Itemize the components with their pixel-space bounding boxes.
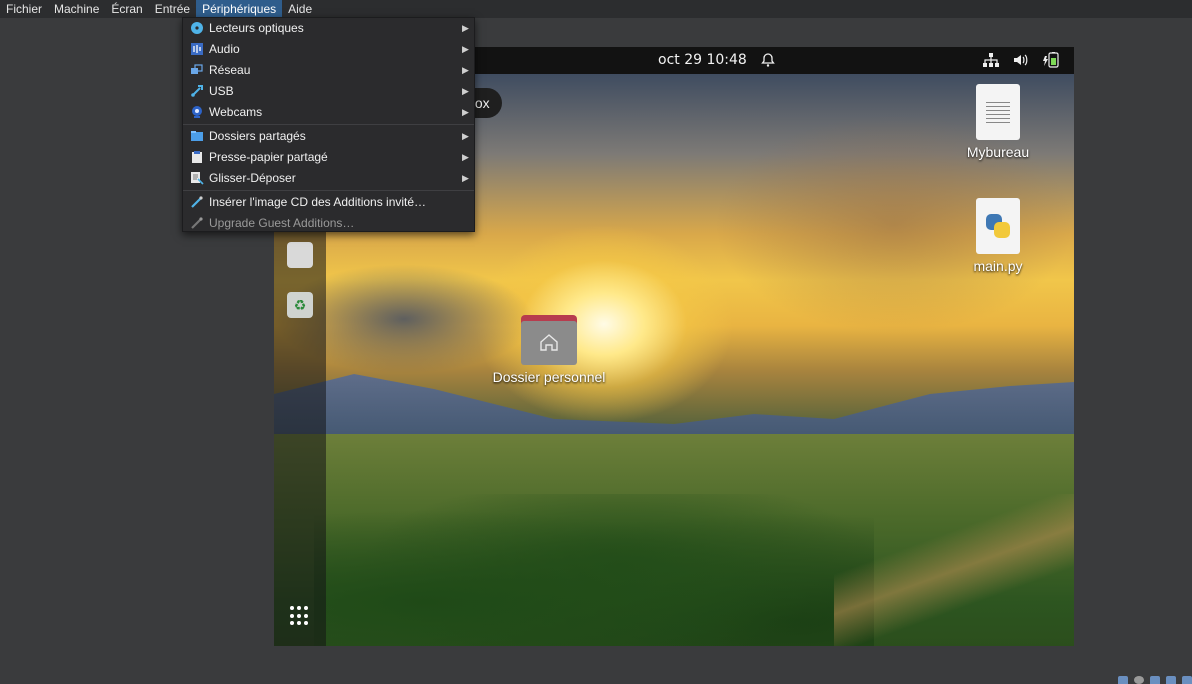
python-file-icon [976, 198, 1020, 254]
menu-separator [183, 190, 474, 191]
notification-bell-icon[interactable] [760, 52, 776, 68]
menu-aide[interactable]: Aide [282, 0, 318, 18]
shared-folder-icon [191, 131, 203, 141]
webcam-icon [192, 106, 202, 118]
desktop-icon-mybureau[interactable]: Mybureau [958, 84, 1038, 160]
menu-item-usb[interactable]: USB ▶ [183, 81, 474, 102]
menu-ecran[interactable]: Écran [105, 0, 148, 18]
menu-item-upgrade-guest-additions[interactable]: Upgrade Guest Additions… [183, 213, 474, 234]
svg-text:♻: ♻ [294, 298, 307, 314]
network-status-icon[interactable] [982, 52, 1000, 68]
menu-item-drag-drop[interactable]: Glisser-Déposer ▶ [183, 168, 474, 189]
network-icon [191, 64, 203, 74]
status-icon[interactable] [1134, 676, 1144, 684]
menu-fichier[interactable]: Fichier [0, 0, 48, 18]
insert-cd-icon [191, 196, 203, 208]
menu-item-shared-clipboard[interactable]: Presse-papier partagé ▶ [183, 147, 474, 168]
drag-drop-icon [191, 172, 204, 185]
desktop-icon-mainpy[interactable]: main.py [958, 198, 1038, 274]
menu-machine[interactable]: Machine [48, 0, 105, 18]
optical-drive-icon [191, 22, 203, 34]
menu-peripheriques[interactable]: Périphériques [196, 0, 283, 18]
host-menubar: Fichier Machine Écran Entrée Périphériqu… [0, 0, 1192, 18]
menu-item-audio[interactable]: Audio ▶ [183, 39, 474, 60]
text-document-icon [976, 84, 1020, 140]
status-icon[interactable] [1166, 676, 1176, 684]
desktop-icon-label: main.py [973, 258, 1023, 274]
status-icon[interactable] [1150, 676, 1160, 684]
menu-item-optical-drives[interactable]: Lecteurs optiques ▶ [183, 18, 474, 39]
menu-item-webcams[interactable]: Webcams ▶ [183, 102, 474, 123]
status-icon[interactable] [1182, 676, 1192, 684]
system-tray[interactable] [982, 52, 1060, 68]
upgrade-icon [191, 217, 203, 229]
menu-item-insert-guest-additions[interactable]: Insérer l'image CD des Additions invité… [183, 192, 474, 213]
usb-icon [191, 85, 203, 97]
home-folder-icon [521, 315, 577, 365]
desktop-icon-home-folder[interactable]: Dossier personnel [479, 315, 619, 385]
menu-separator [183, 124, 474, 125]
menu-item-shared-folders[interactable]: Dossiers partagés ▶ [183, 126, 474, 147]
desktop-icon-label: Dossier personnel [492, 369, 606, 385]
menu-item-network[interactable]: Réseau ▶ [183, 60, 474, 81]
menu-entree[interactable]: Entrée [149, 0, 196, 18]
status-icon[interactable] [1118, 676, 1128, 684]
host-statusbar-icons [1102, 676, 1192, 684]
battery-icon[interactable] [1042, 52, 1060, 68]
notes-app-icon[interactable] [287, 242, 313, 268]
guest-clock[interactable]: oct 29 10:48 [658, 52, 747, 68]
trash-icon[interactable]: ♻ [287, 292, 313, 318]
volume-icon[interactable] [1012, 52, 1030, 68]
show-apps-grid-icon[interactable] [290, 606, 310, 626]
devices-dropdown-menu: Lecteurs optiques ▶ Audio ▶ Réseau ▶ USB ▶ W… [182, 17, 475, 232]
desktop-icon-label: Mybureau [966, 144, 1030, 160]
audio-icon [191, 43, 203, 55]
clipboard-icon [192, 151, 202, 163]
